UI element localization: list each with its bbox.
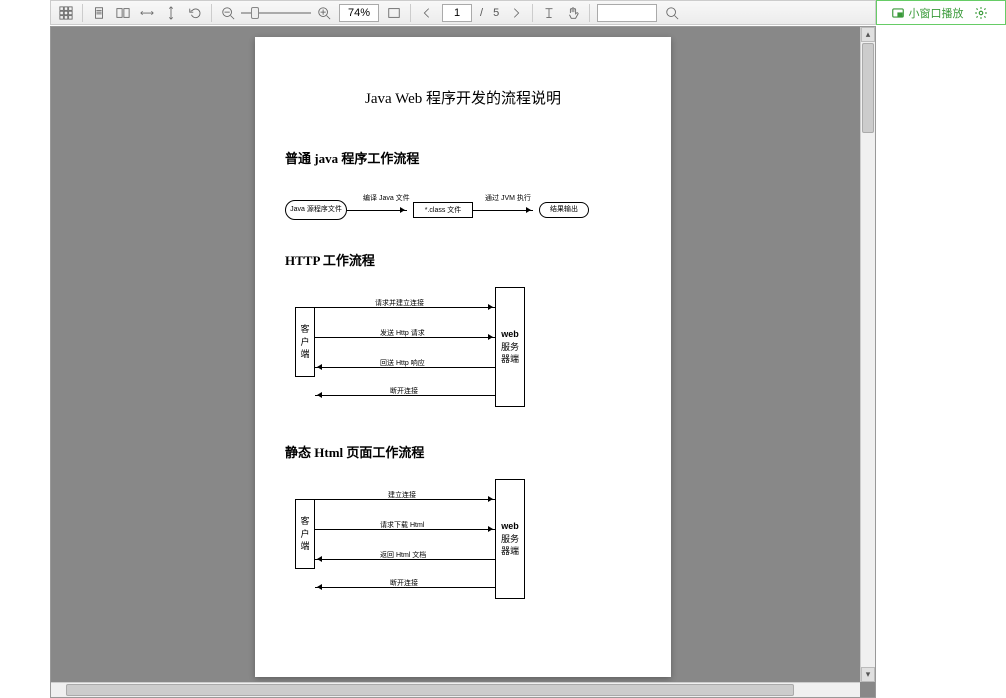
separator bbox=[589, 4, 590, 22]
scroll-down-button[interactable]: ▾ bbox=[861, 667, 875, 682]
client-label-2: 客户端 bbox=[298, 515, 312, 553]
fit-width-button[interactable] bbox=[136, 3, 158, 23]
page-total: 5 bbox=[493, 7, 499, 19]
zoom-in-button[interactable] bbox=[313, 3, 335, 23]
slider-thumb[interactable] bbox=[251, 7, 259, 19]
fit-height-button[interactable] bbox=[160, 3, 182, 23]
html-label-4: 断开连接 bbox=[390, 578, 418, 588]
flow1-label-jvm: 通过 JVM 执行 bbox=[485, 193, 531, 203]
two-page-button[interactable] bbox=[112, 3, 134, 23]
pip-icon bbox=[891, 6, 905, 20]
http-client-box: 客户端 bbox=[295, 307, 315, 377]
http-label-1: 请求并建立连接 bbox=[375, 298, 424, 308]
scroll-up-button[interactable]: ▴ bbox=[861, 27, 875, 42]
hand-tool-button[interactable] bbox=[562, 3, 584, 23]
hscroll-thumb[interactable] bbox=[66, 684, 794, 696]
flow1-node-output: 结果输出 bbox=[539, 202, 589, 218]
gear-icon[interactable] bbox=[974, 6, 988, 20]
horizontal-scrollbar[interactable] bbox=[51, 682, 860, 697]
http-label-4: 断开连接 bbox=[390, 386, 418, 396]
html-flow-diagram: 客户端 web 服务器端 建立连接 请求下载 Html 返回 Html 文档 断… bbox=[285, 479, 641, 609]
separator bbox=[410, 4, 411, 22]
server-label: 服务器端 bbox=[498, 341, 522, 366]
zoom-slider[interactable] bbox=[241, 3, 311, 23]
zoom-out-button[interactable] bbox=[217, 3, 239, 23]
pip-button[interactable]: 小窗口播放 bbox=[876, 0, 1006, 25]
client-label: 客户端 bbox=[298, 323, 312, 361]
section-1-title: 普通 java 程序工作流程 bbox=[285, 148, 641, 167]
html-label-2: 请求下载 Html bbox=[380, 520, 424, 530]
http-server-box: web 服务器端 bbox=[495, 287, 525, 407]
http-label-3: 回送 Http 响应 bbox=[380, 358, 425, 368]
server-web-label: web bbox=[501, 328, 519, 341]
html-client-box: 客户端 bbox=[295, 499, 315, 569]
prev-page-button[interactable] bbox=[416, 3, 438, 23]
page-separator: / bbox=[480, 7, 483, 19]
search-button[interactable] bbox=[661, 3, 683, 23]
vertical-scrollbar[interactable]: ▴ ▾ bbox=[860, 27, 875, 682]
flow1-arrow-2 bbox=[473, 210, 533, 211]
pip-label: 小窗口播放 bbox=[909, 5, 964, 21]
html-server-box: web 服务器端 bbox=[495, 479, 525, 599]
pdf-viewer: Java Web 程序开发的流程说明 普通 java 程序工作流程 Java 源… bbox=[50, 26, 876, 698]
html-label-1: 建立连接 bbox=[388, 490, 416, 500]
separator bbox=[82, 4, 83, 22]
flow1-label-compile: 编译 Java 文件 bbox=[363, 193, 410, 203]
server-web-label-2: web bbox=[501, 520, 519, 533]
section-2-title: HTTP 工作流程 bbox=[285, 250, 641, 269]
next-page-button[interactable] bbox=[505, 3, 527, 23]
text-select-button[interactable] bbox=[538, 3, 560, 23]
server-label-2: 服务器端 bbox=[498, 533, 522, 558]
fullscreen-button[interactable] bbox=[383, 3, 405, 23]
html-label-3: 返回 Html 文档 bbox=[380, 550, 426, 560]
separator bbox=[211, 4, 212, 22]
java-flow-diagram: Java 源程序文件 编译 Java 文件 *.class 文件 通过 JVM … bbox=[285, 185, 641, 225]
search-input[interactable] bbox=[597, 4, 657, 22]
rotate-button[interactable] bbox=[184, 3, 206, 23]
zoom-input[interactable] bbox=[339, 4, 379, 22]
section-3-title: 静态 Html 页面工作流程 bbox=[285, 442, 641, 461]
page-input[interactable] bbox=[442, 4, 472, 22]
doc-title: Java Web 程序开发的流程说明 bbox=[285, 87, 641, 108]
single-page-button[interactable] bbox=[88, 3, 110, 23]
scroll-thumb[interactable] bbox=[862, 43, 874, 133]
separator bbox=[532, 4, 533, 22]
pdf-toolbar: / 5 bbox=[50, 0, 876, 25]
flow1-arrow-1 bbox=[347, 210, 407, 211]
pdf-page: Java Web 程序开发的流程说明 普通 java 程序工作流程 Java 源… bbox=[255, 37, 671, 677]
thumbnails-button[interactable] bbox=[55, 3, 77, 23]
flow1-node-source: Java 源程序文件 bbox=[285, 200, 347, 220]
http-label-2: 发送 Http 请求 bbox=[380, 328, 425, 338]
http-flow-diagram: 客户端 web 服务器端 请求并建立连接 发送 Http 请求 回送 Http … bbox=[285, 287, 641, 417]
flow1-node-class: *.class 文件 bbox=[413, 202, 473, 218]
